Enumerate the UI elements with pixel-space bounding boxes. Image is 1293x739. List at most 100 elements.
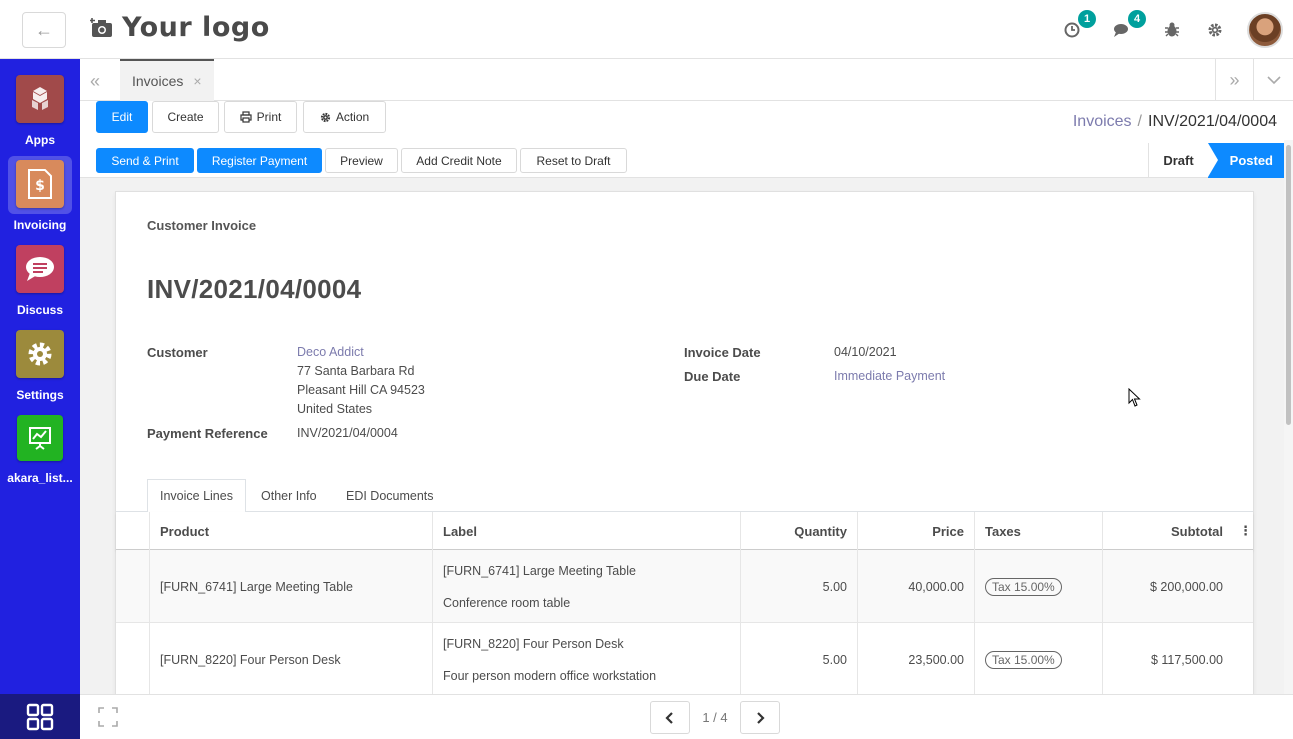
create-button[interactable]: Create: [152, 101, 219, 133]
tax-badge: Tax 15.00%: [985, 577, 1062, 596]
column-quantity[interactable]: Quantity: [740, 512, 857, 550]
address-line: United States: [297, 402, 373, 416]
column-product[interactable]: Product: [149, 512, 432, 550]
column-label[interactable]: Label: [432, 512, 740, 550]
address-line: 77 Santa Barbara Rd: [297, 364, 415, 378]
cell-quantity: 5.00: [740, 550, 857, 623]
tab-invoices[interactable]: Invoices ×: [120, 59, 214, 101]
pager-value[interactable]: 1 / 4: [690, 710, 740, 725]
debug-button[interactable]: [1158, 16, 1186, 44]
user-avatar[interactable]: [1247, 11, 1283, 48]
settings-button[interactable]: [1201, 16, 1229, 44]
close-icon[interactable]: ×: [193, 73, 201, 89]
due-date-value[interactable]: Immediate Payment: [834, 367, 945, 386]
activity-button[interactable]: 1: [1058, 9, 1096, 44]
grid-icon: [26, 703, 54, 730]
pager: 1 / 4: [650, 701, 780, 734]
column-taxes[interactable]: Taxes: [974, 512, 1102, 550]
logo-text: Your logo: [122, 12, 270, 43]
sidebar-item-settings[interactable]: Settings: [0, 330, 80, 402]
sidebar-item-invoicing[interactable]: $ Invoicing: [0, 156, 80, 232]
systray: 1 4: [1043, 0, 1293, 59]
stage-draft[interactable]: Draft: [1149, 143, 1207, 178]
breadcrumb: Invoices / INV/2021/04/0004: [1073, 113, 1277, 131]
address-line: Pleasant Hill CA 94523: [297, 383, 425, 397]
sidebar-item-akara[interactable]: akara_list...: [0, 415, 80, 485]
back-button[interactable]: ←: [22, 12, 66, 48]
cell-taxes: Tax 15.00%: [974, 623, 1102, 696]
bottom-bar: 1 / 4: [80, 694, 1293, 739]
chevron-down-icon[interactable]: [1253, 59, 1293, 101]
fullscreen-icon[interactable]: [98, 707, 118, 730]
double-chevron-right-icon[interactable]: »: [1215, 59, 1253, 101]
column-subtotal[interactable]: Subtotal: [1102, 512, 1233, 550]
cell-label: [FURN_8220] Four Person Desk Four person…: [432, 623, 740, 696]
main-content: « Invoices × » Edit Create Print Action …: [80, 59, 1293, 711]
sidebar-item-discuss[interactable]: Discuss: [0, 245, 80, 317]
app-label: Discuss: [16, 303, 64, 317]
tab-invoice-lines[interactable]: Invoice Lines: [147, 479, 246, 513]
gear-icon: [1208, 23, 1222, 36]
cell-product: [FURN_8220] Four Person Desk: [149, 623, 432, 696]
customer-link[interactable]: Deco Addict: [297, 343, 364, 362]
cell-quantity: 5.00: [740, 623, 857, 696]
bug-icon: [1165, 22, 1179, 36]
notebook-tabs: Invoice Lines Other Info EDI Documents: [116, 479, 1253, 513]
invoice-date-value: 04/10/2021: [834, 345, 897, 359]
messages-button[interactable]: 4: [1108, 9, 1146, 44]
cell-label: [FURN_6741] Large Meeting Table Conferen…: [432, 550, 740, 623]
clock-icon: [1064, 22, 1080, 37]
gear-icon: [320, 112, 330, 122]
action-button[interactable]: Action: [303, 101, 386, 133]
cell-price: 23,500.00: [857, 623, 974, 696]
mouse-cursor-icon: [1128, 388, 1141, 407]
app-tile: $: [16, 160, 64, 208]
column-price[interactable]: Price: [857, 512, 974, 550]
double-chevron-left-icon[interactable]: «: [90, 71, 100, 92]
breadcrumb-parent[interactable]: Invoices: [1073, 113, 1132, 130]
form-statusbar: Send & Print Register Payment Preview Ad…: [80, 143, 1293, 178]
pager-next-button[interactable]: [740, 701, 780, 734]
reset-to-draft-button[interactable]: Reset to Draft: [520, 148, 627, 173]
label-line: Conference room table: [443, 595, 571, 610]
add-credit-note-button[interactable]: Add Credit Note: [401, 148, 517, 173]
cell-subtotal: $ 200,000.00: [1102, 550, 1233, 623]
action-label: Action: [335, 110, 370, 124]
edit-button[interactable]: Edit: [96, 101, 148, 133]
payment-reference-label: Payment Reference: [147, 426, 268, 441]
app-tile: [16, 245, 64, 293]
preview-button[interactable]: Preview: [325, 148, 398, 173]
stage-posted[interactable]: Posted: [1207, 143, 1293, 178]
status-stages: Draft Posted: [1148, 143, 1293, 178]
pager-previous-button[interactable]: [650, 701, 690, 734]
column-options-icon[interactable]: ⋮: [1233, 512, 1253, 550]
arrow-left-icon: ←: [35, 19, 53, 40]
table-row[interactable]: [FURN_6741] Large Meeting Table [FURN_67…: [116, 550, 1253, 623]
cell-subtotal: $ 117,500.00: [1102, 623, 1233, 696]
sidebar-item-apps[interactable]: Apps: [0, 75, 80, 147]
tab-bar: « Invoices × »: [80, 59, 1293, 101]
app-tile: [16, 75, 64, 123]
register-payment-button[interactable]: Register Payment: [197, 148, 322, 173]
chat-icon: [26, 257, 54, 281]
top-navbar: ← Your logo 1 4: [0, 0, 1293, 59]
printer-icon: [240, 111, 252, 123]
tab-other-info[interactable]: Other Info: [249, 479, 329, 512]
send-print-button[interactable]: Send & Print: [96, 148, 194, 173]
apps-sidebar: Apps $ Invoicing Discuss Settings akara_…: [0, 59, 80, 739]
cell-taxes: Tax 15.00%: [974, 550, 1102, 623]
tab-edi-documents[interactable]: EDI Documents: [334, 479, 446, 512]
print-button[interactable]: Print: [224, 101, 297, 133]
scrollbar-thumb[interactable]: [1286, 145, 1291, 425]
table-row[interactable]: [FURN_8220] Four Person Desk [FURN_8220]…: [116, 623, 1253, 696]
payment-reference-value: INV/2021/04/0004: [297, 426, 398, 440]
chevron-left-icon: [665, 711, 673, 724]
page-scrollbar[interactable]: [1284, 140, 1293, 695]
label-line: [FURN_8220] Four Person Desk: [443, 636, 624, 651]
chevron-right-icon: [757, 711, 765, 724]
home-menu-button[interactable]: [0, 694, 80, 739]
svg-text:$: $: [35, 178, 45, 194]
cell-price: 40,000.00: [857, 550, 974, 623]
invoice-sheet: Customer Invoice INV/2021/04/0004 Custom…: [115, 191, 1254, 711]
print-label: Print: [256, 110, 282, 124]
